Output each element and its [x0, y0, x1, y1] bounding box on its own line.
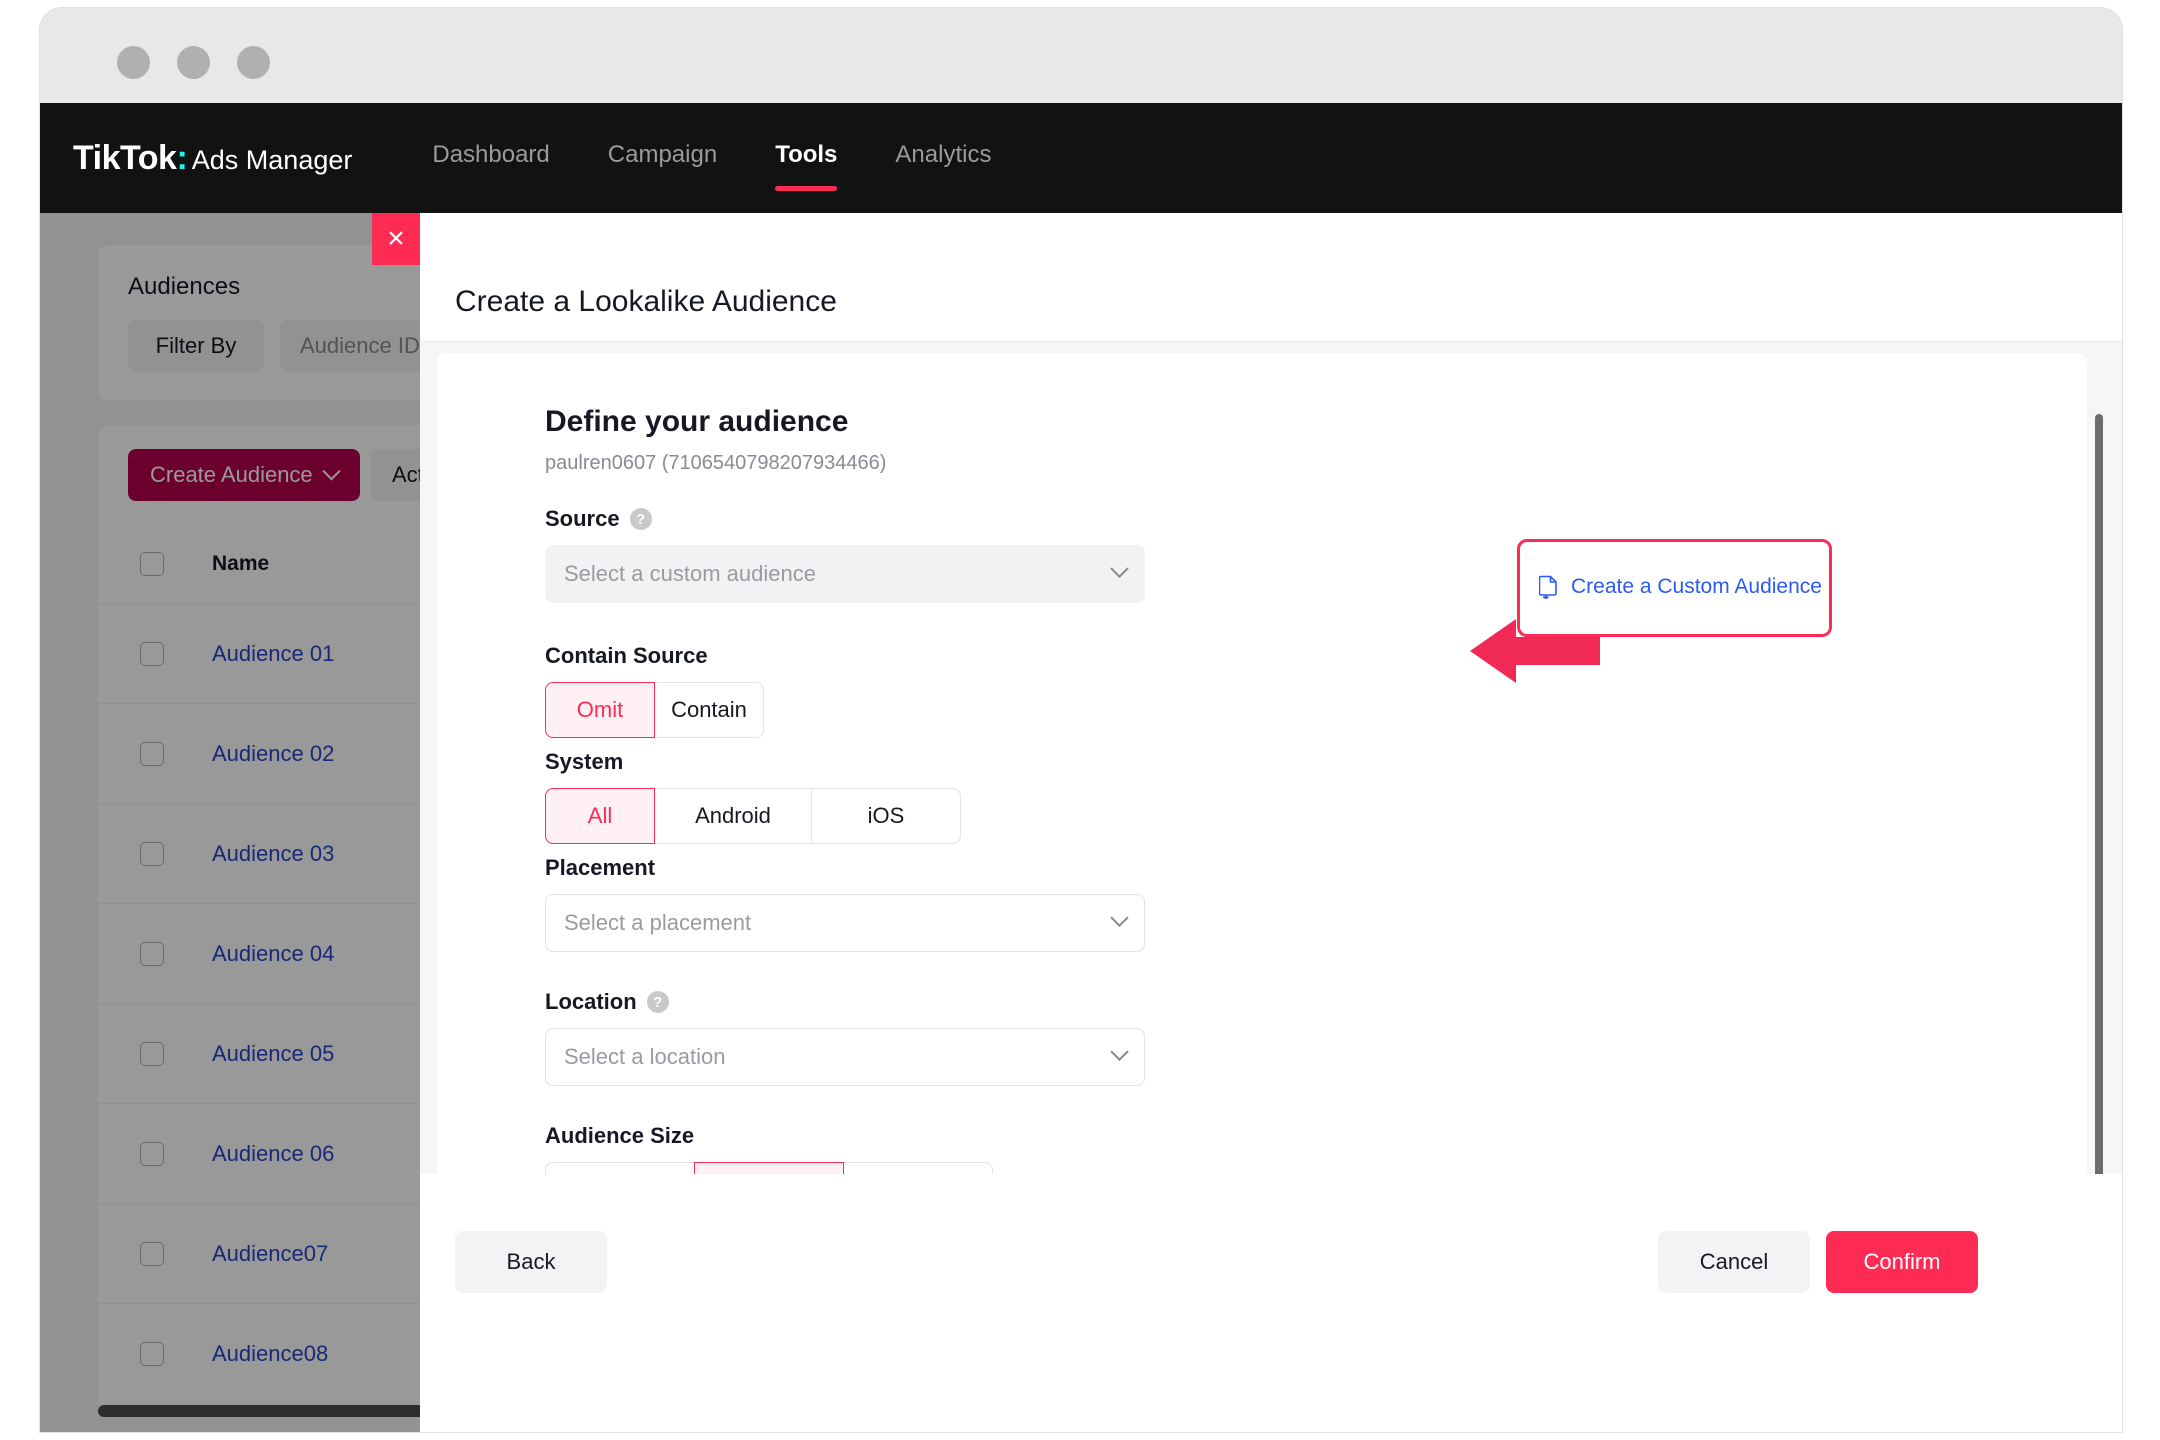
modal-scrollbar-thumb[interactable] [2095, 414, 2103, 1174]
account-identifier: paulren0607 (7106540798207934466) [545, 452, 886, 475]
tiktok-ads-manager-logo[interactable]: TikTok: Ads Manager [73, 139, 352, 178]
top-navigation-bar: TikTok: Ads Manager Dashboard Campaign T… [40, 103, 2122, 213]
contain-source-segmented-control: Omit Contain [545, 682, 764, 738]
audience-size-label-text: Audience Size [545, 1123, 694, 1149]
source-select[interactable]: Select a custom audience [545, 545, 1145, 603]
window-close-dot[interactable] [117, 46, 150, 79]
help-icon[interactable]: ? [630, 508, 652, 530]
document-plus-icon [1539, 575, 1561, 599]
segment-omit[interactable]: Omit [545, 682, 655, 738]
create-custom-audience-link[interactable]: Create a Custom Audience [1539, 575, 1822, 599]
nav-item-analytics[interactable]: Analytics [895, 141, 991, 175]
pink-pointer-arrow [1470, 615, 1600, 687]
chevron-down-icon [1110, 559, 1128, 577]
tiktok-colon-glyph: : [176, 139, 187, 178]
tiktok-wordmark: TikTok [73, 139, 176, 178]
segment-balanced[interactable]: Balanced [694, 1162, 844, 1174]
modal-scroll-area[interactable]: Define your audience paulren0607 (710654… [420, 342, 2122, 1174]
segment-narrow[interactable]: Narrow [545, 1162, 695, 1174]
close-icon: × [387, 224, 405, 254]
segment-android[interactable]: Android [654, 788, 812, 844]
chevron-down-icon [1110, 1042, 1128, 1060]
create-lookalike-audience-modal: Create a Lookalike Audience Define your … [420, 213, 2122, 1432]
nav-item-tools[interactable]: Tools [775, 141, 837, 175]
audience-size-label: Audience Size [545, 1123, 694, 1149]
system-label-text: System [545, 749, 623, 775]
contain-source-label: Contain Source [545, 643, 708, 669]
cancel-button[interactable]: Cancel [1658, 1231, 1810, 1293]
modal-scrollbar-track[interactable] [2100, 342, 2114, 1174]
create-custom-audience-label: Create a Custom Audience [1571, 575, 1822, 599]
modal-footer: Back Cancel Confirm [420, 1174, 2122, 1432]
browser-window: TikTok: Ads Manager Dashboard Campaign T… [40, 8, 2122, 1432]
close-modal-button[interactable]: × [372, 213, 420, 265]
window-minimize-dot[interactable] [177, 46, 210, 79]
back-button[interactable]: Back [455, 1231, 607, 1293]
ads-manager-label: Ads Manager [192, 145, 353, 176]
segment-ios[interactable]: iOS [811, 788, 961, 844]
placement-label: Placement [545, 855, 655, 881]
modal-title: Create a Lookalike Audience [455, 285, 837, 319]
location-select[interactable]: Select a location [545, 1028, 1145, 1086]
window-maximize-dot[interactable] [237, 46, 270, 79]
location-placeholder: Select a location [564, 1044, 725, 1070]
audience-size-segmented-control: Narrow Balanced Broad [545, 1162, 993, 1174]
section-title: Define your audience [545, 405, 848, 439]
segment-contain[interactable]: Contain [654, 682, 764, 738]
segment-broad[interactable]: Broad [843, 1162, 993, 1174]
help-icon[interactable]: ? [647, 991, 669, 1013]
location-label: Location ? [545, 989, 669, 1015]
nav-item-campaign[interactable]: Campaign [608, 141, 717, 175]
contain-source-label-text: Contain Source [545, 643, 708, 669]
placement-label-text: Placement [545, 855, 655, 881]
confirm-button[interactable]: Confirm [1826, 1231, 1978, 1293]
define-audience-form-card: Define your audience paulren0607 (710654… [437, 353, 2087, 1174]
system-segmented-control: All Android iOS [545, 788, 961, 844]
source-label: Source ? [545, 506, 652, 532]
chevron-down-icon [1110, 908, 1128, 926]
location-label-text: Location [545, 989, 637, 1015]
nav-item-dashboard[interactable]: Dashboard [432, 141, 549, 175]
placement-select[interactable]: Select a placement [545, 894, 1145, 952]
page-body: TikTok: Ads Manager Dashboard Campaign T… [40, 103, 2122, 1432]
modal-header: Create a Lookalike Audience [420, 213, 2122, 342]
segment-all[interactable]: All [545, 788, 655, 844]
window-titlebar [40, 8, 2122, 103]
system-label: System [545, 749, 623, 775]
source-placeholder: Select a custom audience [564, 561, 816, 587]
source-label-text: Source [545, 506, 620, 532]
placement-placeholder: Select a placement [564, 910, 751, 936]
